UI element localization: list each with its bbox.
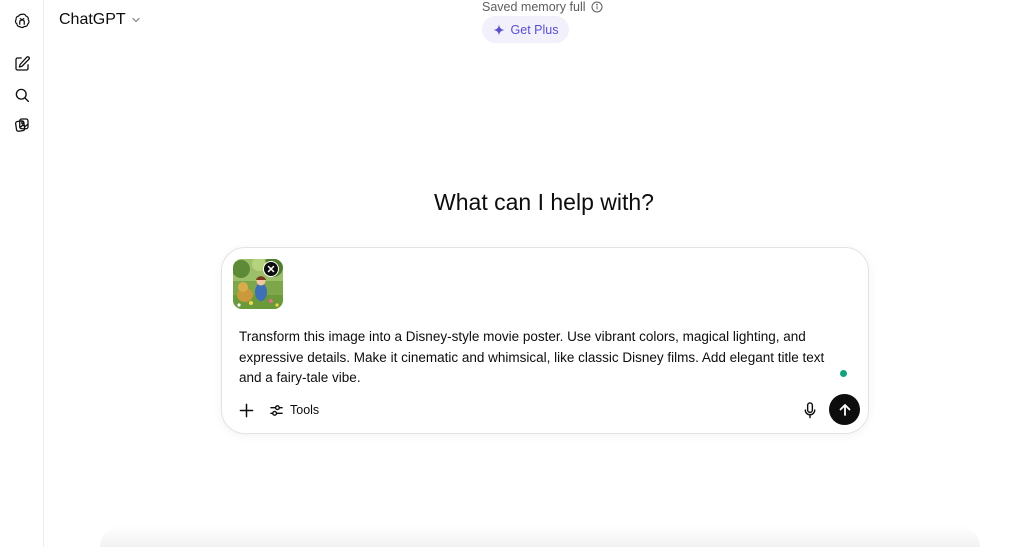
model-switcher[interactable]: ChatGPT [59,11,142,29]
library-icon[interactable] [12,115,32,135]
memory-banner: Saved memory full Get Plus [482,0,612,43]
sliders-icon [270,404,283,416]
new-chat-icon[interactable] [12,54,32,74]
memory-status: Saved memory full [482,0,612,14]
sparkle-icon [493,24,505,35]
search-icon[interactable] [12,85,32,105]
prompt-input[interactable]: Transform this image into a Disney-style… [239,327,844,389]
page-headline: What can I help with? [434,189,654,215]
microphone-icon [804,401,816,418]
plus-icon [239,403,253,417]
arrow-up-icon [839,403,850,416]
model-name: ChatGPT [59,11,126,28]
bottom-shadow [100,525,980,547]
voice-input-button[interactable] [800,399,820,421]
prompt-composer: Transform this image into a Disney-style… [221,247,869,434]
status-indicator [840,370,847,377]
send-button[interactable] [829,394,860,425]
get-plus-button[interactable]: Get Plus [482,16,569,43]
openai-logo-icon[interactable] [12,11,32,31]
memory-status-text: Saved memory full [482,0,586,14]
get-plus-label: Get Plus [510,22,559,37]
sidebar [0,0,44,547]
add-attachment-button[interactable] [236,400,256,420]
close-icon [267,265,275,273]
tools-label: Tools [290,403,320,417]
tools-button[interactable]: Tools [269,400,319,420]
remove-attachment-button[interactable] [263,261,279,277]
chevron-down-icon [132,17,140,23]
info-icon[interactable] [591,1,603,13]
